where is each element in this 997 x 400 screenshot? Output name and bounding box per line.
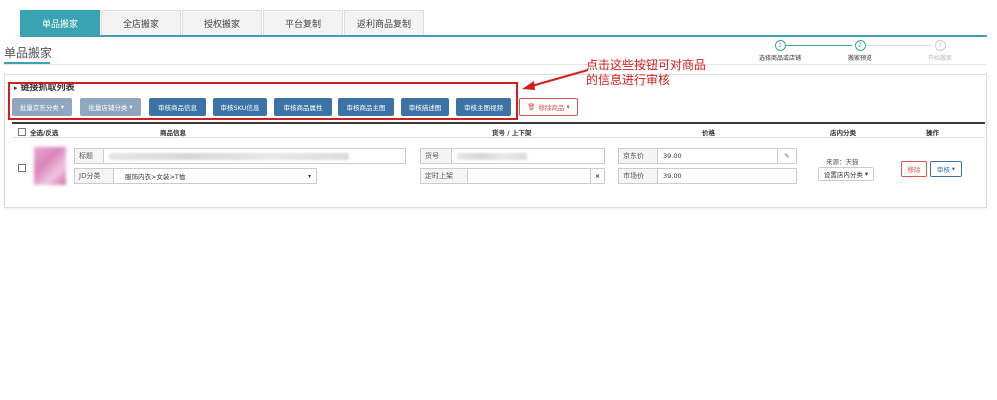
header-sku-shelf: 货号 / 上下架 (492, 129, 532, 137)
jd-price-input[interactable]: 39.00 (657, 148, 778, 164)
step-label: 搬家预览 (847, 55, 872, 62)
title-label: 标题 (74, 148, 104, 164)
step-2: 2 搬家预览 (820, 40, 900, 62)
remove-product-button[interactable]: 🗑 移除商品 ▾ (519, 98, 578, 116)
step-number: 2 (854, 40, 866, 51)
jd-category-value: 服饰内衣>女装>T恤 (125, 173, 186, 181)
dropdown-label: 审核 (936, 166, 950, 174)
title-input[interactable] (103, 148, 406, 164)
select-all-label: 全选/反选 (30, 129, 59, 137)
source-text: 来源：天猫 (826, 158, 859, 166)
step-3: 3 开始搬家 (900, 40, 980, 62)
market-price-input[interactable]: 39.00 (657, 168, 797, 184)
step-number: 3 (934, 40, 946, 51)
market-price-label: 市场价 (618, 168, 658, 184)
table-header: 全选/反选 商品信息 货号 / 上下架 价格 店内分类 操作 (12, 122, 985, 138)
dropdown-label: 设置店内分类 (823, 171, 863, 179)
jd-category-select[interactable]: 服饰内衣>女装>T恤 ▾ (113, 168, 317, 184)
annotation-text: 点击这些按钮可对商品的信息进行审核 (586, 58, 707, 87)
step-label: 开始搬家 (927, 55, 952, 62)
tab-platform-copy[interactable]: 平台复制 (263, 10, 343, 35)
tab-rebate-product-copy[interactable]: 返利商品复制 (344, 10, 424, 35)
tab-bar: 单品搬家 全店搬家 授权搬家 平台复制 返利商品复制 (20, 10, 425, 36)
sku-label: 货号 (420, 148, 452, 164)
row-audit-dropdown[interactable]: 审核 ▾ (930, 161, 962, 177)
annotation-arrow-icon (522, 69, 589, 90)
header-product-info: 商品信息 (160, 129, 186, 137)
set-shop-category-dropdown[interactable]: 设置店内分类 ▾ (818, 167, 874, 181)
select-all-checkbox[interactable] (18, 128, 26, 136)
annotation-highlight-box (8, 82, 518, 120)
tab-single-product-move[interactable]: 单品搬家 (20, 10, 100, 35)
table-row: 标题 JD分类 服饰内衣>女装>T恤 ▾ 货号 定时上架 × 京东价 39.00… (12, 139, 985, 194)
tab-whole-shop-move[interactable]: 全店搬家 (101, 10, 181, 35)
timed-shelf-label: 定时上架 (420, 168, 468, 184)
header-shop-category: 店内分类 (830, 129, 856, 137)
blurred-title-text (109, 152, 349, 160)
progress-steps: 1 选择商品或店铺 2 搬家预览 3 开始搬家 (740, 40, 980, 70)
caret-down-icon: ▾ (307, 172, 311, 180)
header-actions: 操作 (926, 129, 939, 137)
page-title: 单品搬家 (4, 46, 53, 60)
jd-category-label: JD分类 (74, 168, 114, 184)
caret-down-icon: ▾ (864, 170, 869, 178)
product-thumbnail[interactable] (34, 147, 66, 185)
row-remove-button[interactable]: 移除 (901, 161, 927, 177)
step-1: 1 选择商品或店铺 (740, 40, 820, 62)
edit-price-icon[interactable]: ✎ (777, 148, 797, 164)
blurred-sku-text (457, 152, 527, 160)
jd-price-label: 京东价 (618, 148, 658, 164)
step-label: 选择商品或店铺 (758, 55, 801, 62)
clear-time-button[interactable]: × (590, 168, 605, 184)
timed-shelf-input[interactable] (467, 168, 591, 184)
step-number: 1 (774, 40, 786, 51)
trash-icon: 🗑 (527, 103, 536, 111)
sku-input[interactable] (451, 148, 605, 164)
row-checkbox[interactable] (18, 164, 26, 172)
tab-authorized-move[interactable]: 授权搬家 (182, 10, 262, 35)
tab-underline (20, 35, 987, 37)
button-label: 移除商品 (538, 104, 565, 112)
caret-down-icon: ▾ (951, 165, 956, 173)
header-price: 价格 (702, 129, 715, 137)
caret-down-icon: ▾ (566, 103, 570, 111)
